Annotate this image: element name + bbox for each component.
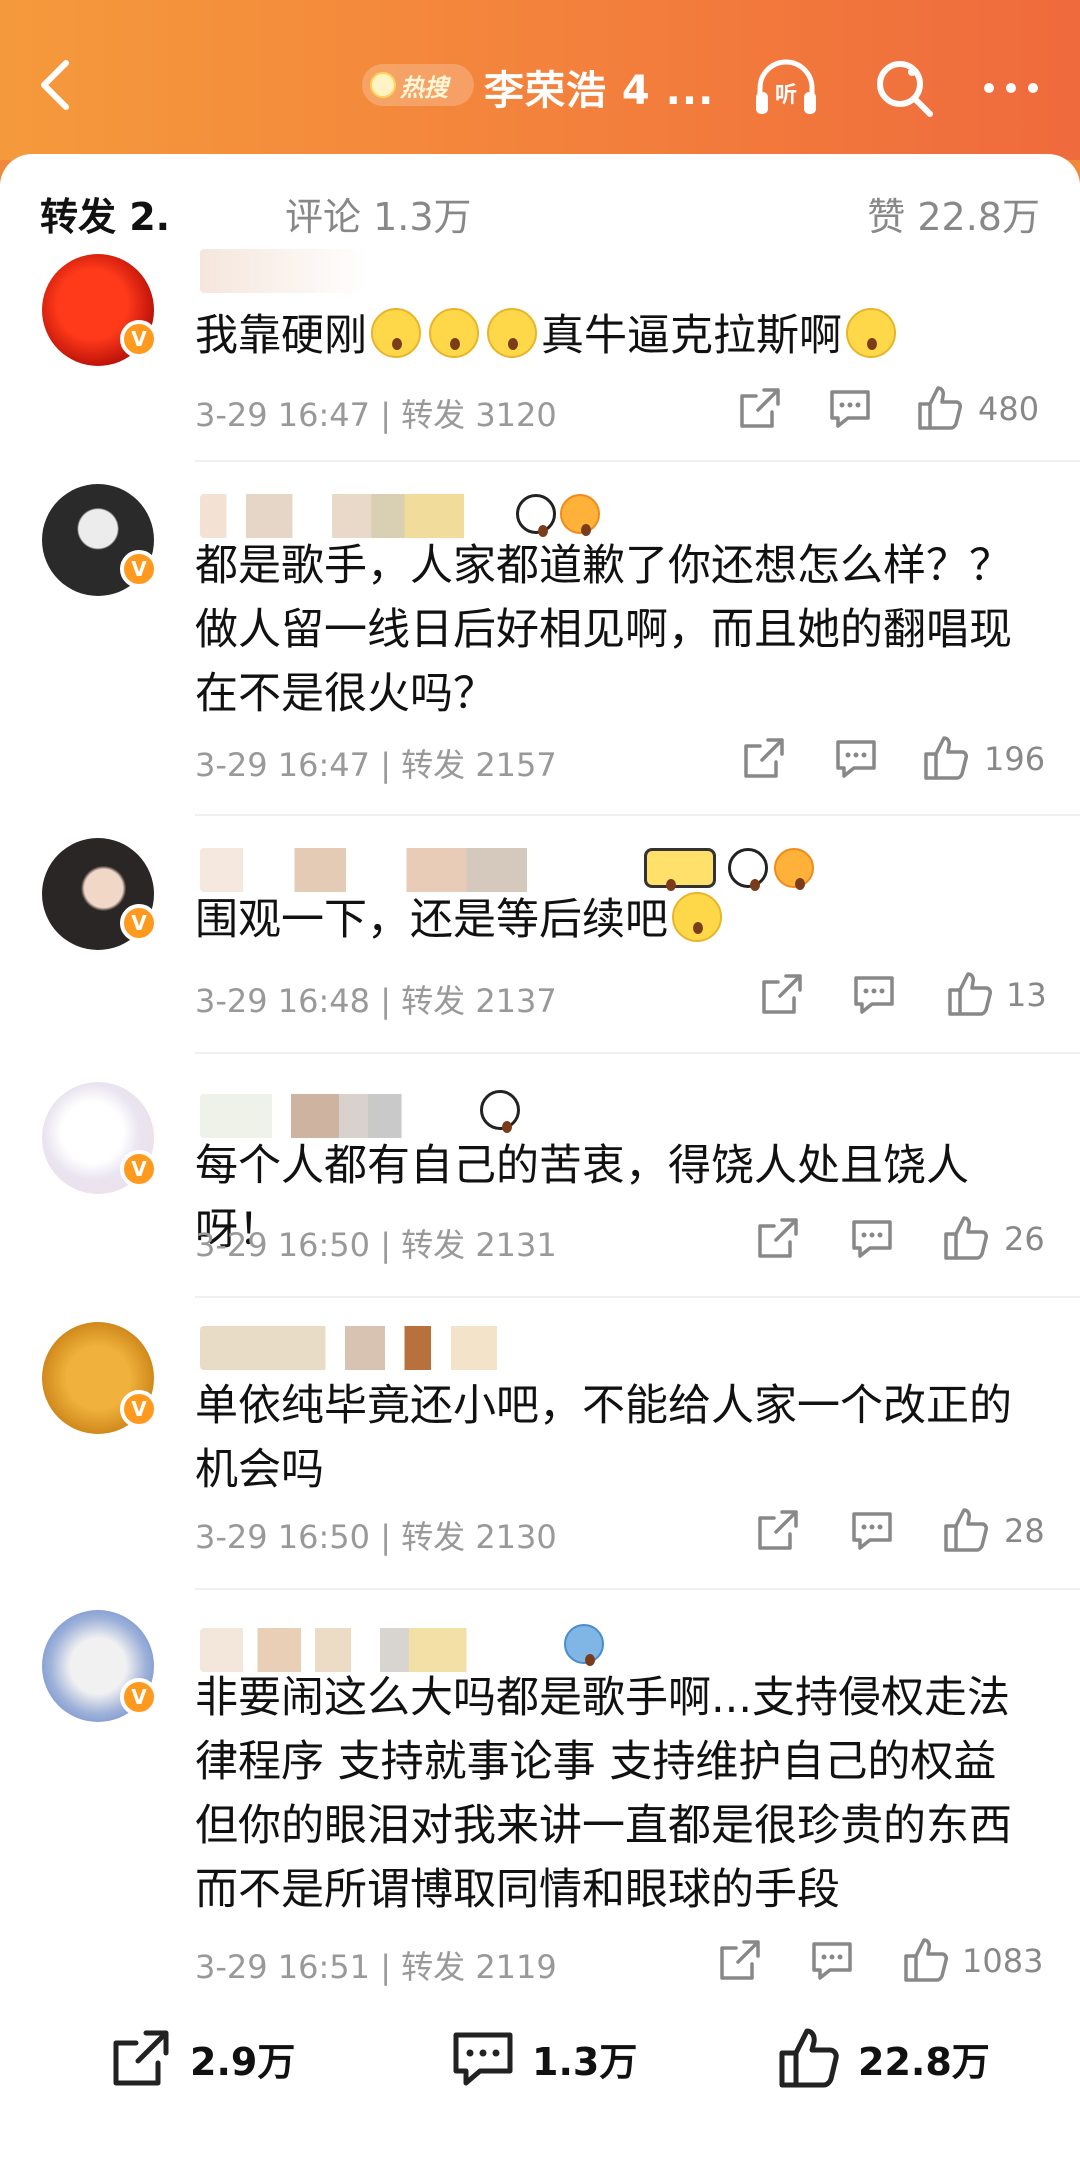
list-item: V 每个人都有自己的苦衷，得饶人处且饶人呀！ 3-29 16:50 | 转发 2…	[0, 1060, 1080, 1310]
list-item: V 围观一下，还是等后续吧 3-29 16:48 | 转发 2137 13	[0, 818, 1080, 1068]
shock-emoji-icon	[371, 308, 421, 358]
share-icon[interactable]	[752, 1504, 804, 1556]
like-thumb-icon[interactable]	[920, 732, 972, 784]
shock-emoji-icon	[429, 308, 479, 358]
share-icon	[113, 2030, 169, 2086]
comment-icon[interactable]	[846, 1504, 898, 1556]
hot-search-tag[interactable]: 热搜	[362, 64, 474, 106]
svg-text:听: 听	[775, 83, 797, 108]
share-icon[interactable]	[752, 1212, 804, 1264]
comment-icon[interactable]	[846, 1212, 898, 1264]
top-navigation-bar: 热搜 李荣浩 4 ... 听	[0, 0, 1080, 160]
fish-emoji-icon	[774, 848, 814, 890]
like-button[interactable]: 22.8万	[774, 2023, 990, 2093]
shock-emoji-icon	[846, 308, 896, 358]
topic-title[interactable]: 李荣浩 4 ...	[484, 58, 714, 116]
comment-meta: 3-29 16:51 | 转发 2119	[195, 1948, 557, 1986]
listen-headphones-icon[interactable]: 听	[750, 52, 822, 124]
repost-button[interactable]: 2.9万	[106, 2023, 295, 2093]
username-blurred	[200, 249, 440, 293]
comment-icon[interactable]	[824, 382, 876, 434]
flame-icon	[370, 72, 396, 98]
verified-badge-icon: V	[120, 1678, 158, 1716]
like-count: 1083	[962, 1942, 1044, 1980]
comment-meta: 3-29 16:48 | 转发 2137	[195, 982, 557, 1020]
share-icon[interactable]	[714, 1934, 766, 1986]
panda-emoji-icon	[480, 1090, 520, 1133]
comment-text: 都是歌手，人家都道歉了你还想怎么样？？做人留一线日后好相见啊，而且她的翻唱现在不…	[195, 541, 1012, 719]
like-thumb-icon[interactable]	[900, 1934, 952, 1986]
username-blurred	[200, 1326, 530, 1370]
comment-meta: 3-29 16:47 | 转发 2157	[195, 746, 557, 784]
list-item: V 我靠硬刚 真牛逼克拉斯啊 3-29 16:47 | 转发 3120 480	[0, 154, 1080, 462]
comment-icon	[453, 2032, 513, 2086]
comment-text: 非要闹这么大吗都是歌手啊...支持侵权走法律程序 支持就事论事 支持维护自己的权…	[195, 1673, 1012, 1915]
username-blurred	[200, 1094, 440, 1138]
comments-panel: 转发 2. 评论 1.3万 赞 22.8万 V 我靠硬刚 真牛逼克拉斯啊 3-29…	[0, 154, 1080, 2159]
like-thumb-icon[interactable]	[914, 382, 966, 434]
comment-icon[interactable]	[830, 732, 882, 784]
like-count: 196	[984, 740, 1046, 778]
comment-text: 围观一下，还是等后续吧	[195, 888, 1040, 952]
divider	[195, 1296, 1080, 1298]
verified-badge-icon: V	[120, 320, 158, 358]
more-options-icon[interactable]	[975, 52, 1047, 124]
like-thumb-icon	[779, 2028, 839, 2088]
like-thumb-icon[interactable]	[940, 1504, 992, 1556]
back-arrow-icon[interactable]	[30, 55, 80, 115]
level-badge-icon	[644, 848, 716, 891]
share-icon[interactable]	[738, 732, 790, 784]
share-icon[interactable]	[734, 382, 786, 434]
comment-meta: 3-29 16:47 | 转发 3120	[195, 396, 557, 434]
comment-text: 我靠硬刚 真牛逼克拉斯啊	[195, 304, 1040, 368]
username-blurred	[200, 494, 530, 538]
like-count: 13	[1006, 976, 1047, 1014]
verified-badge-icon: V	[120, 1150, 158, 1188]
list-item: V 非要闹这么大吗都是歌手啊...支持侵权走法律程序 支持就事论事 支持维护自己…	[0, 1600, 1080, 2020]
verified-badge-icon: V	[120, 550, 158, 588]
divider	[195, 1052, 1080, 1054]
comment-icon[interactable]	[848, 968, 900, 1020]
shock-emoji-icon	[487, 308, 537, 358]
panda-emoji-icon	[728, 848, 768, 891]
comment-text: 单依纯毕竟还小吧，不能给人家一个改正的机会吗	[195, 1381, 1012, 1495]
divider	[195, 1588, 1080, 1590]
fish-emoji-icon	[560, 494, 600, 536]
bottom-action-bar: 2.9万 1.3万 22.8万	[0, 1995, 1080, 2159]
share-icon[interactable]	[756, 968, 808, 1020]
like-count: 28	[1004, 1512, 1045, 1550]
like-thumb-icon[interactable]	[944, 968, 996, 1020]
search-icon[interactable]	[868, 52, 940, 124]
like-count: 480	[978, 390, 1040, 428]
username-blurred	[200, 848, 630, 892]
list-item: V 单依纯毕竟还小吧，不能给人家一个改正的机会吗 3-29 16:50 | 转发…	[0, 1304, 1080, 1604]
verified-badge-icon: V	[120, 1390, 158, 1428]
divider	[195, 814, 1080, 816]
panda-emoji-icon	[516, 494, 556, 537]
comment-meta: 3-29 16:50 | 转发 2130	[195, 1518, 557, 1556]
shark-emoji-icon	[564, 1624, 604, 1666]
comment-meta: 3-29 16:50 | 转发 2131	[195, 1226, 557, 1264]
like-count: 26	[1004, 1220, 1045, 1258]
verified-badge-icon: V	[120, 904, 158, 942]
divider	[195, 460, 1080, 462]
like-thumb-icon[interactable]	[940, 1212, 992, 1264]
comment-icon[interactable]	[806, 1934, 858, 1986]
comment-button[interactable]: 1.3万	[448, 2023, 637, 2093]
laughing-tears-emoji-icon	[672, 892, 722, 942]
